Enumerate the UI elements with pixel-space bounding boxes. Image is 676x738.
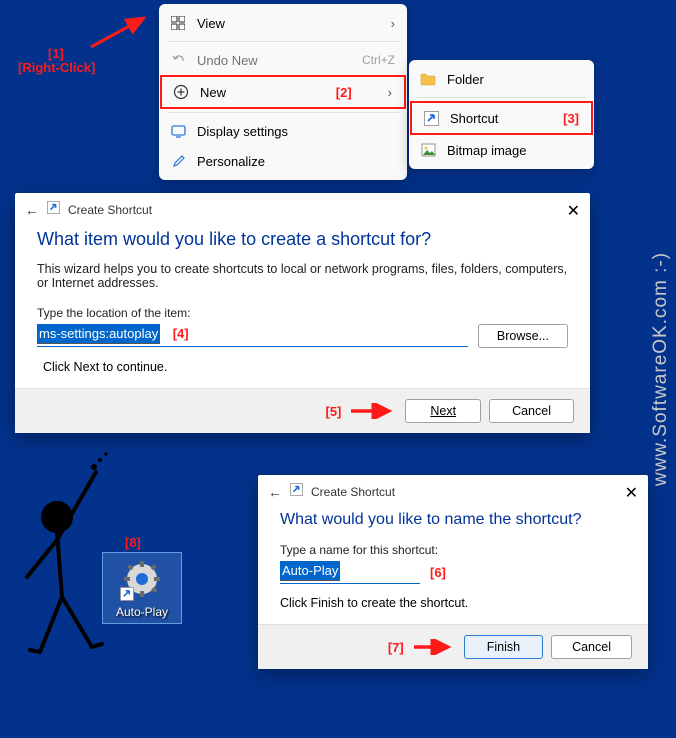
dialog-heading: What item would you like to create a sho… bbox=[15, 223, 590, 260]
watermark-vertical: www.SoftwareOK.com :-) bbox=[650, 252, 672, 486]
arrow-1 bbox=[86, 12, 156, 52]
menu-view-label: View bbox=[197, 16, 381, 31]
arrow-5 bbox=[349, 403, 397, 419]
undo-icon bbox=[169, 51, 187, 69]
menu-new[interactable]: New [2] › bbox=[160, 75, 406, 109]
location-input[interactable]: ms-settings:autoplay [4] bbox=[37, 324, 468, 347]
menu-separator bbox=[167, 41, 399, 42]
menu-personalize[interactable]: Personalize bbox=[159, 146, 407, 176]
menu-display-settings[interactable]: Display settings bbox=[159, 116, 407, 146]
menu-view[interactable]: View › bbox=[159, 8, 407, 38]
brush-icon bbox=[169, 152, 187, 170]
menu-shortcut[interactable]: Shortcut [3] bbox=[410, 101, 593, 135]
dialog-create-shortcut-1: ✕ ← Create Shortcut What item would you … bbox=[15, 193, 590, 433]
shortcut-icon bbox=[422, 109, 440, 127]
name-value: Auto-Play bbox=[280, 561, 340, 581]
image-icon bbox=[419, 141, 437, 159]
ann-7: [7] bbox=[388, 640, 404, 655]
plus-circle-icon bbox=[172, 83, 190, 101]
ann-1b: [Right-Click] bbox=[18, 60, 95, 75]
dialog-title: Create Shortcut bbox=[68, 203, 152, 217]
close-button[interactable]: ✕ bbox=[625, 483, 638, 503]
arrow-7 bbox=[412, 639, 456, 655]
finish-button[interactable]: Finish bbox=[464, 635, 543, 659]
ann-3: [3] bbox=[563, 111, 579, 126]
shortcut-mini-icon bbox=[290, 483, 303, 501]
stick-figure-decoration bbox=[12, 422, 122, 682]
display-icon bbox=[169, 122, 187, 140]
name-label: Type a name for this shortcut: bbox=[258, 539, 648, 561]
browse-button[interactable]: Browse... bbox=[478, 324, 568, 348]
cancel-button[interactable]: Cancel bbox=[489, 399, 574, 423]
context-menu-main: View › Undo New Ctrl+Z New [2] › Display… bbox=[159, 4, 407, 180]
dialog-desc: This wizard helps you to create shortcut… bbox=[15, 260, 590, 292]
shortcut-mini-icon bbox=[47, 201, 60, 219]
menu-undo-label: Undo New bbox=[197, 53, 352, 68]
dialog-heading: What would you like to name the shortcut… bbox=[258, 505, 648, 539]
close-button[interactable]: ✕ bbox=[567, 201, 580, 221]
cancel-button[interactable]: Cancel bbox=[551, 635, 632, 659]
menu-personalize-label: Personalize bbox=[197, 154, 395, 169]
menu-undo[interactable]: Undo New Ctrl+Z bbox=[159, 45, 407, 75]
back-button[interactable]: ← bbox=[25, 202, 39, 218]
dialog-create-shortcut-2: ✕ ← Create Shortcut What would you like … bbox=[258, 475, 648, 669]
menu-shortcut-label: Shortcut bbox=[450, 111, 539, 126]
menu-folder-label: Folder bbox=[447, 72, 582, 87]
menu-separator bbox=[417, 97, 586, 98]
menu-bitmap-label: Bitmap image bbox=[447, 143, 582, 158]
ann-8: [8] bbox=[125, 535, 141, 550]
ann-4: [4] bbox=[173, 326, 189, 341]
ann-5: [5] bbox=[325, 404, 341, 419]
menu-bitmap[interactable]: Bitmap image bbox=[409, 135, 594, 165]
ann-1a: [1] bbox=[48, 46, 64, 61]
location-label: Type the location of the item: bbox=[15, 292, 590, 324]
dialog-footer: [7] Finish Cancel bbox=[258, 624, 648, 669]
back-button[interactable]: ← bbox=[268, 484, 282, 500]
dialog-hint: Click Finish to create the shortcut. bbox=[258, 588, 648, 624]
settings-gear-icon bbox=[120, 557, 164, 601]
menu-folder[interactable]: Folder bbox=[409, 64, 594, 94]
folder-icon bbox=[419, 70, 437, 88]
menu-undo-shortcut: Ctrl+Z bbox=[362, 53, 395, 67]
location-value: ms-settings:autoplay bbox=[37, 324, 160, 344]
context-menu-new: Folder Shortcut [3] Bitmap image bbox=[409, 60, 594, 169]
next-button[interactable]: Next bbox=[405, 399, 481, 423]
grid-icon bbox=[169, 14, 187, 32]
ann-6: [6] bbox=[430, 565, 446, 580]
menu-separator bbox=[167, 112, 399, 113]
chevron-right-icon: › bbox=[388, 85, 392, 100]
menu-display-label: Display settings bbox=[197, 124, 395, 139]
name-input[interactable]: Auto-Play bbox=[280, 561, 420, 584]
dialog-hint: Click Next to continue. bbox=[15, 352, 590, 388]
menu-new-label: New bbox=[200, 85, 356, 100]
chevron-right-icon: › bbox=[391, 16, 395, 31]
dialog-title: Create Shortcut bbox=[311, 485, 395, 499]
